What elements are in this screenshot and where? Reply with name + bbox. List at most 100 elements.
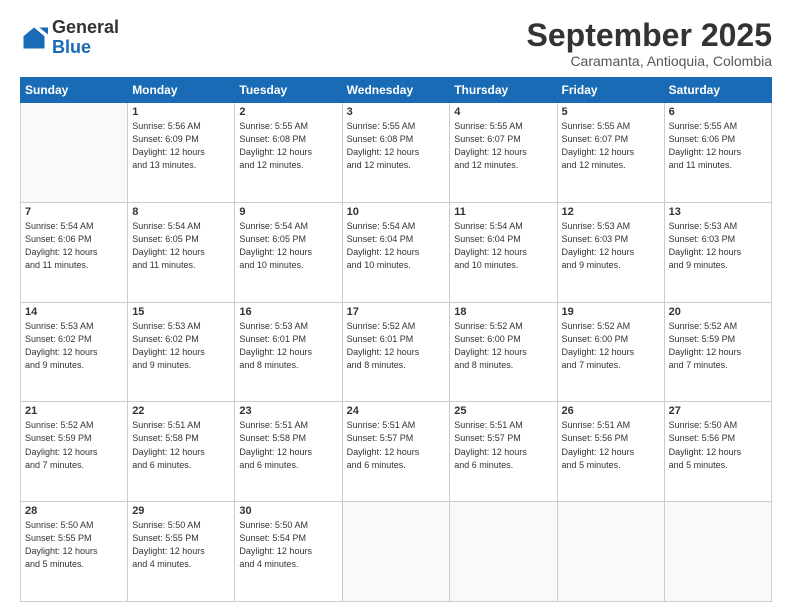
day-number: 18 [454, 306, 552, 318]
day-info: Sunrise: 5:53 AMSunset: 6:02 PMDaylight:… [132, 320, 230, 372]
calendar-cell-w3-d4: 25 Sunrise: 5:51 AMSunset: 5:57 PMDayligh… [450, 402, 557, 502]
calendar-cell-w1-d6: 13Sunrise: 5:53 AMSunset: 6:03 PMDayligh… [664, 202, 771, 302]
day-number: 10 [347, 206, 446, 218]
day-number: 11 [454, 206, 552, 218]
day-info: Sunrise: 5:50 AMSunset: 5:55 PMDaylight:… [132, 519, 230, 571]
day-number: 17 [347, 306, 446, 318]
day-number: 24 [347, 405, 446, 417]
calendar-cell-w4-d4 [450, 502, 557, 602]
day-number: 6 [669, 106, 767, 118]
calendar-cell-w0-d6: 6 Sunrise: 5:55 AMSunset: 6:06 PMDaylight… [664, 103, 771, 203]
logo: General Blue [20, 18, 119, 58]
day-info: Sunrise: 5:56 AMSunset: 6:09 PMDaylight:… [132, 120, 230, 172]
day-number: 13 [669, 206, 767, 218]
day-info: Sunrise: 5:50 AMSunset: 5:55 PMDaylight:… [25, 519, 123, 571]
day-info: Sunrise: 5:51 AMSunset: 5:57 PMDaylight:… [454, 419, 552, 471]
day-number: 15 [132, 306, 230, 318]
day-number: 4 [454, 106, 552, 118]
day-number: 21 [25, 405, 123, 417]
calendar-cell-w0-d0 [21, 103, 128, 203]
calendar-cell-w2-d2: 16Sunrise: 5:53 AMSunset: 6:01 PMDayligh… [235, 302, 342, 402]
day-number: 16 [239, 306, 337, 318]
day-info: Sunrise: 5:52 AMSunset: 5:59 PMDaylight:… [25, 419, 123, 471]
day-number: 7 [25, 206, 123, 218]
week-row-1: 7Sunrise: 5:54 AMSunset: 6:06 PMDaylight… [21, 202, 772, 302]
day-info: Sunrise: 5:54 AMSunset: 6:04 PMDaylight:… [347, 220, 446, 272]
calendar-cell-w2-d5: 19 Sunrise: 5:52 AMSunset: 6:00 PMDayligh… [557, 302, 664, 402]
title-block: September 2025 Caramanta, Antioquia, Col… [527, 18, 772, 69]
day-info: Sunrise: 5:55 AMSunset: 6:07 PMDaylight:… [562, 120, 660, 172]
day-number: 30 [239, 505, 337, 517]
calendar-cell-w4-d5 [557, 502, 664, 602]
day-number: 2 [239, 106, 337, 118]
subtitle: Caramanta, Antioquia, Colombia [527, 53, 772, 69]
calendar-cell-w0-d3: 3 Sunrise: 5:55 AMSunset: 6:08 PMDaylight… [342, 103, 450, 203]
day-number: 27 [669, 405, 767, 417]
calendar-cell-w3-d0: 21 Sunrise: 5:52 AMSunset: 5:59 PMDayligh… [21, 402, 128, 502]
day-info: Sunrise: 5:55 AMSunset: 6:08 PMDaylight:… [347, 120, 446, 172]
day-info: Sunrise: 5:51 AMSunset: 5:57 PMDaylight:… [347, 419, 446, 471]
calendar-cell-w2-d3: 17 Sunrise: 5:52 AMSunset: 6:01 PMDayligh… [342, 302, 450, 402]
header-saturday: Saturday [664, 78, 771, 103]
calendar-cell-w4-d0: 28 Sunrise: 5:50 AMSunset: 5:55 PMDayligh… [21, 502, 128, 602]
calendar-cell-w2-d0: 14 Sunrise: 5:53 AMSunset: 6:02 PMDayligh… [21, 302, 128, 402]
calendar-cell-w4-d6 [664, 502, 771, 602]
day-number: 19 [562, 306, 660, 318]
calendar-cell-w2-d1: 15 Sunrise: 5:53 AMSunset: 6:02 PMDayligh… [128, 302, 235, 402]
header-sunday: Sunday [21, 78, 128, 103]
calendar-cell-w0-d4: 4Sunrise: 5:55 AMSunset: 6:07 PMDaylight… [450, 103, 557, 203]
calendar-cell-w3-d6: 27 Sunrise: 5:50 AMSunset: 5:56 PMDayligh… [664, 402, 771, 502]
day-info: Sunrise: 5:55 AMSunset: 6:08 PMDaylight:… [239, 120, 337, 172]
calendar-cell-w1-d2: 9 Sunrise: 5:54 AMSunset: 6:05 PMDaylight… [235, 202, 342, 302]
header-friday: Friday [557, 78, 664, 103]
day-info: Sunrise: 5:52 AMSunset: 6:00 PMDaylight:… [454, 320, 552, 372]
day-number: 3 [347, 106, 446, 118]
calendar-cell-w3-d3: 24 Sunrise: 5:51 AMSunset: 5:57 PMDayligh… [342, 402, 450, 502]
week-row-2: 14 Sunrise: 5:53 AMSunset: 6:02 PMDayligh… [21, 302, 772, 402]
calendar-cell-w1-d3: 10 Sunrise: 5:54 AMSunset: 6:04 PMDayligh… [342, 202, 450, 302]
header-monday: Monday [128, 78, 235, 103]
day-info: Sunrise: 5:53 AMSunset: 6:03 PMDaylight:… [562, 220, 660, 272]
day-info: Sunrise: 5:52 AMSunset: 5:59 PMDaylight:… [669, 320, 767, 372]
header-tuesday: Tuesday [235, 78, 342, 103]
day-info: Sunrise: 5:54 AMSunset: 6:04 PMDaylight:… [454, 220, 552, 272]
day-number: 5 [562, 106, 660, 118]
calendar-cell-w1-d1: 8Sunrise: 5:54 AMSunset: 6:05 PMDaylight… [128, 202, 235, 302]
day-number: 26 [562, 405, 660, 417]
day-info: Sunrise: 5:55 AMSunset: 6:06 PMDaylight:… [669, 120, 767, 172]
calendar-cell-w0-d5: 5 Sunrise: 5:55 AMSunset: 6:07 PMDaylight… [557, 103, 664, 203]
calendar-cell-w0-d2: 2 Sunrise: 5:55 AMSunset: 6:08 PMDaylight… [235, 103, 342, 203]
logo-general: General [52, 18, 119, 38]
day-info: Sunrise: 5:52 AMSunset: 6:00 PMDaylight:… [562, 320, 660, 372]
calendar-cell-w1-d5: 12Sunrise: 5:53 AMSunset: 6:03 PMDayligh… [557, 202, 664, 302]
day-info: Sunrise: 5:51 AMSunset: 5:56 PMDaylight:… [562, 419, 660, 471]
day-info: Sunrise: 5:53 AMSunset: 6:02 PMDaylight:… [25, 320, 123, 372]
calendar-cell-w4-d2: 30Sunrise: 5:50 AMSunset: 5:54 PMDayligh… [235, 502, 342, 602]
week-row-0: 1Sunrise: 5:56 AMSunset: 6:09 PMDaylight… [21, 103, 772, 203]
week-row-3: 21 Sunrise: 5:52 AMSunset: 5:59 PMDayligh… [21, 402, 772, 502]
day-info: Sunrise: 5:51 AMSunset: 5:58 PMDaylight:… [132, 419, 230, 471]
day-number: 20 [669, 306, 767, 318]
page: General Blue September 2025 Caramanta, A… [0, 0, 792, 612]
day-number: 28 [25, 505, 123, 517]
day-info: Sunrise: 5:50 AMSunset: 5:56 PMDaylight:… [669, 419, 767, 471]
logo-icon [20, 24, 48, 52]
calendar-cell-w1-d0: 7Sunrise: 5:54 AMSunset: 6:06 PMDaylight… [21, 202, 128, 302]
day-info: Sunrise: 5:54 AMSunset: 6:05 PMDaylight:… [132, 220, 230, 272]
main-title: September 2025 [527, 18, 772, 53]
calendar-header-row: Sunday Monday Tuesday Wednesday Thursday… [21, 78, 772, 103]
day-number: 25 [454, 405, 552, 417]
day-number: 9 [239, 206, 337, 218]
day-number: 14 [25, 306, 123, 318]
logo-blue: Blue [52, 38, 119, 58]
calendar-cell-w4-d3 [342, 502, 450, 602]
calendar-cell-w2-d4: 18 Sunrise: 5:52 AMSunset: 6:00 PMDayligh… [450, 302, 557, 402]
calendar-cell-w3-d2: 23Sunrise: 5:51 AMSunset: 5:58 PMDayligh… [235, 402, 342, 502]
calendar-cell-w3-d1: 22Sunrise: 5:51 AMSunset: 5:58 PMDayligh… [128, 402, 235, 502]
day-info: Sunrise: 5:52 AMSunset: 6:01 PMDaylight:… [347, 320, 446, 372]
week-row-4: 28 Sunrise: 5:50 AMSunset: 5:55 PMDayligh… [21, 502, 772, 602]
header-thursday: Thursday [450, 78, 557, 103]
day-info: Sunrise: 5:54 AMSunset: 6:05 PMDaylight:… [239, 220, 337, 272]
calendar-cell-w3-d5: 26 Sunrise: 5:51 AMSunset: 5:56 PMDayligh… [557, 402, 664, 502]
day-number: 29 [132, 505, 230, 517]
